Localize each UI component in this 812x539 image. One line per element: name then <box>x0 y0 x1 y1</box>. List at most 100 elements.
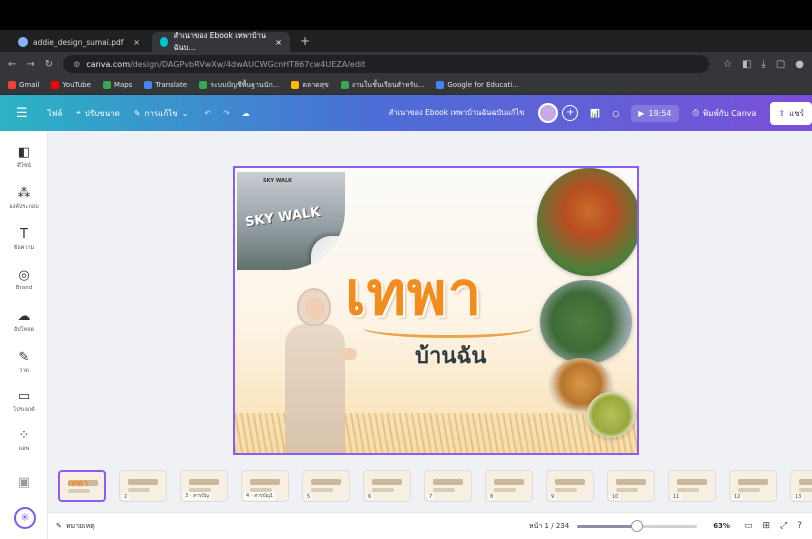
page-thumbnail[interactable]: 8 <box>485 470 533 502</box>
bookmark-label: YouTube <box>62 81 91 89</box>
sidebar-item-brand[interactable]: ◎ Brand <box>0 268 48 291</box>
elements-icon: ⁂ <box>17 186 31 201</box>
comment-icon[interactable]: ○ <box>612 109 619 118</box>
reload-icon[interactable]: ↻ <box>45 59 53 70</box>
grid-view-icon[interactable]: ⊞ <box>762 521 770 531</box>
page-thumbnail[interactable]: 6 <box>363 470 411 502</box>
editor-footer: ✎ หมายเหตุ หน้า 1 / 234 63% ▭ ⊞ ⤢ ? <box>48 512 812 539</box>
file-menu[interactable]: ไฟล์ <box>48 107 63 120</box>
notes-button[interactable]: ✎ หมายเหตุ <box>56 521 95 532</box>
bookmark-classroom[interactable]: งานในชั้นเรียนสำหรับ... <box>340 80 424 91</box>
sidebar-item-elements[interactable]: ⁂ องค์ประกอบ <box>0 186 48 211</box>
browser-tab-pdf[interactable]: addie_design_sumai.pdf × <box>10 32 148 52</box>
tab-label: addie_design_sumai.pdf <box>33 37 124 47</box>
thumbnail-preview <box>311 488 333 492</box>
add-collaborator-icon[interactable]: + <box>562 105 579 121</box>
thumbnail-preview <box>616 479 646 485</box>
sidebar-item-draw[interactable]: ✎ วาด <box>0 350 48 375</box>
sidebar-label: แอพ <box>18 446 30 452</box>
avatar[interactable] <box>538 103 559 123</box>
forward-icon[interactable]: → <box>26 59 34 70</box>
page-thumbnail[interactable]: 3 · สารบัญ <box>180 470 228 502</box>
bookmark-google-edu[interactable]: Google for Educati... <box>436 81 519 89</box>
brand-icon: ◎ <box>18 268 30 283</box>
slide-subtitle[interactable]: บ้านฉัน <box>415 338 486 373</box>
bookmark-label: Maps <box>113 81 133 89</box>
download-icon[interactable]: ⤓ <box>761 59 765 70</box>
url-field[interactable]: ⚙ canva.com/design/DAGPvbRVwXw/4dwAUCWGc… <box>63 55 709 73</box>
skywalk-photo[interactable]: SKY WALK SKY WALK <box>237 172 345 270</box>
print-label: พิมพ์กับ Canva <box>702 108 757 118</box>
bookmark-youtube[interactable]: YouTube <box>51 81 91 89</box>
redo-icon[interactable]: ↷ <box>223 109 230 118</box>
zoom-slider[interactable] <box>577 519 698 532</box>
fullscreen-icon[interactable]: ⤢ <box>780 521 787 531</box>
new-tab-button[interactable]: + <box>294 32 316 52</box>
sidebar-item-text[interactable]: T ข้อความ <box>0 227 48 252</box>
close-tab-icon[interactable]: × <box>275 38 282 47</box>
page-thumbnail[interactable]: 12 <box>729 470 777 502</box>
page-thumbnail[interactable]: 4 · สารบัญ1 <box>241 470 289 502</box>
curry-photo[interactable] <box>587 392 635 438</box>
draw-icon: ✎ <box>18 350 30 365</box>
page-thumbnail[interactable]: 10 <box>607 470 655 502</box>
sparkle-icon: ✳ <box>20 511 30 524</box>
present-time: 19:54 <box>648 108 672 118</box>
resize-menu[interactable]: ⌖ ปรับขนาด <box>76 107 120 120</box>
profile-icon[interactable]: ● <box>795 59 804 70</box>
bookmark-market[interactable]: ตลาดสุข <box>291 80 329 91</box>
share-button[interactable]: ⇪ แชร์ <box>770 101 812 125</box>
close-tab-icon[interactable]: × <box>133 38 140 47</box>
help-icon[interactable]: ? <box>797 521 802 531</box>
present-button[interactable]: ▶ 19:54 <box>631 104 679 122</box>
page-number-label: 4 · สารบัญ1 <box>244 492 276 500</box>
page-thumbnail[interactable]: 2 <box>119 470 167 502</box>
sidebar-item-extra[interactable]: ▣ <box>0 475 48 491</box>
slide-page-1[interactable]: SKY WALK SKY WALK เทพา บ้านฉัน <box>233 166 639 455</box>
site-info-icon[interactable]: ⚙ <box>73 60 80 69</box>
page-thumbnail[interactable]: 13 <box>790 470 812 502</box>
extensions-icon[interactable]: ◧ <box>742 59 751 70</box>
back-icon[interactable]: ← <box>8 59 16 70</box>
slide-title[interactable]: เทพา <box>345 264 482 324</box>
thumbnail-preview <box>250 479 280 485</box>
hamburger-icon[interactable]: ☰ <box>16 106 28 121</box>
page-thumbnail[interactable]: 9 <box>546 470 594 502</box>
print-with-canva-button[interactable]: ⎙ พิมพ์กับ Canva <box>687 103 763 124</box>
cloud-saved-icon[interactable]: ☁ <box>242 109 250 118</box>
page-thumbnail[interactable]: เทพา <box>58 470 106 502</box>
thumbnail-preview <box>494 479 524 485</box>
presenter-photo[interactable] <box>275 288 357 453</box>
bookmark-label: Google for Educati... <box>447 81 519 89</box>
thumbnail-preview <box>799 479 812 485</box>
page-indicator[interactable]: หน้า 1 / 234 <box>529 521 569 532</box>
zoom-slider-knob[interactable] <box>631 519 644 532</box>
sidebar-item-projects[interactable]: ▭ โปรเจกต์ <box>0 389 48 414</box>
sidebar-item-upload[interactable]: ☁ อัปโหลด <box>0 309 48 334</box>
pages-view-icon[interactable]: ▭ <box>744 521 753 531</box>
sidepanel-icon[interactable]: ▢ <box>776 59 785 70</box>
island-photo[interactable] <box>540 280 632 364</box>
insights-icon[interactable]: 📊 <box>590 109 600 118</box>
bookmark-translate[interactable]: Translate <box>144 81 187 89</box>
page-thumbnail[interactable]: 11 <box>668 470 716 502</box>
youtube-icon <box>51 81 60 89</box>
sidebar-label: องค์ประกอบ <box>9 204 39 210</box>
browser-tab-canva[interactable]: สำเนาของ Ebook เทพาบ้านฉันบ... × <box>152 31 290 52</box>
page-number-label: 8 <box>488 494 496 500</box>
bookmark-maps[interactable]: Maps <box>102 81 133 89</box>
magic-assistant-button[interactable]: ✳ <box>14 507 36 529</box>
bookmark-accounting[interactable]: ระบบบัญชีพื้นฐานนัก... <box>199 80 279 91</box>
sidebar-item-apps[interactable]: ⁘ แอพ <box>0 428 48 453</box>
edit-menu[interactable]: ✎ การแก้ไข ⌄ <box>134 107 189 120</box>
page-number-label: 2 <box>122 494 130 500</box>
bookmark-gmail[interactable]: Gmail <box>8 81 39 89</box>
bookmark-star-icon[interactable]: ☆ <box>723 59 732 70</box>
document-title[interactable]: สำเนาของ Ebook เทพาบ้านฉันฉบับแก้ไข <box>389 107 525 119</box>
page-thumbnail[interactable]: 5 <box>302 470 350 502</box>
page-thumbnail[interactable]: 7 <box>424 470 472 502</box>
sidebar-label: Brand <box>15 285 33 291</box>
temple-photo[interactable] <box>537 168 637 276</box>
undo-icon[interactable]: ↶ <box>204 109 211 118</box>
sidebar-item-design[interactable]: ◧ ดีไซน์ <box>0 145 48 170</box>
